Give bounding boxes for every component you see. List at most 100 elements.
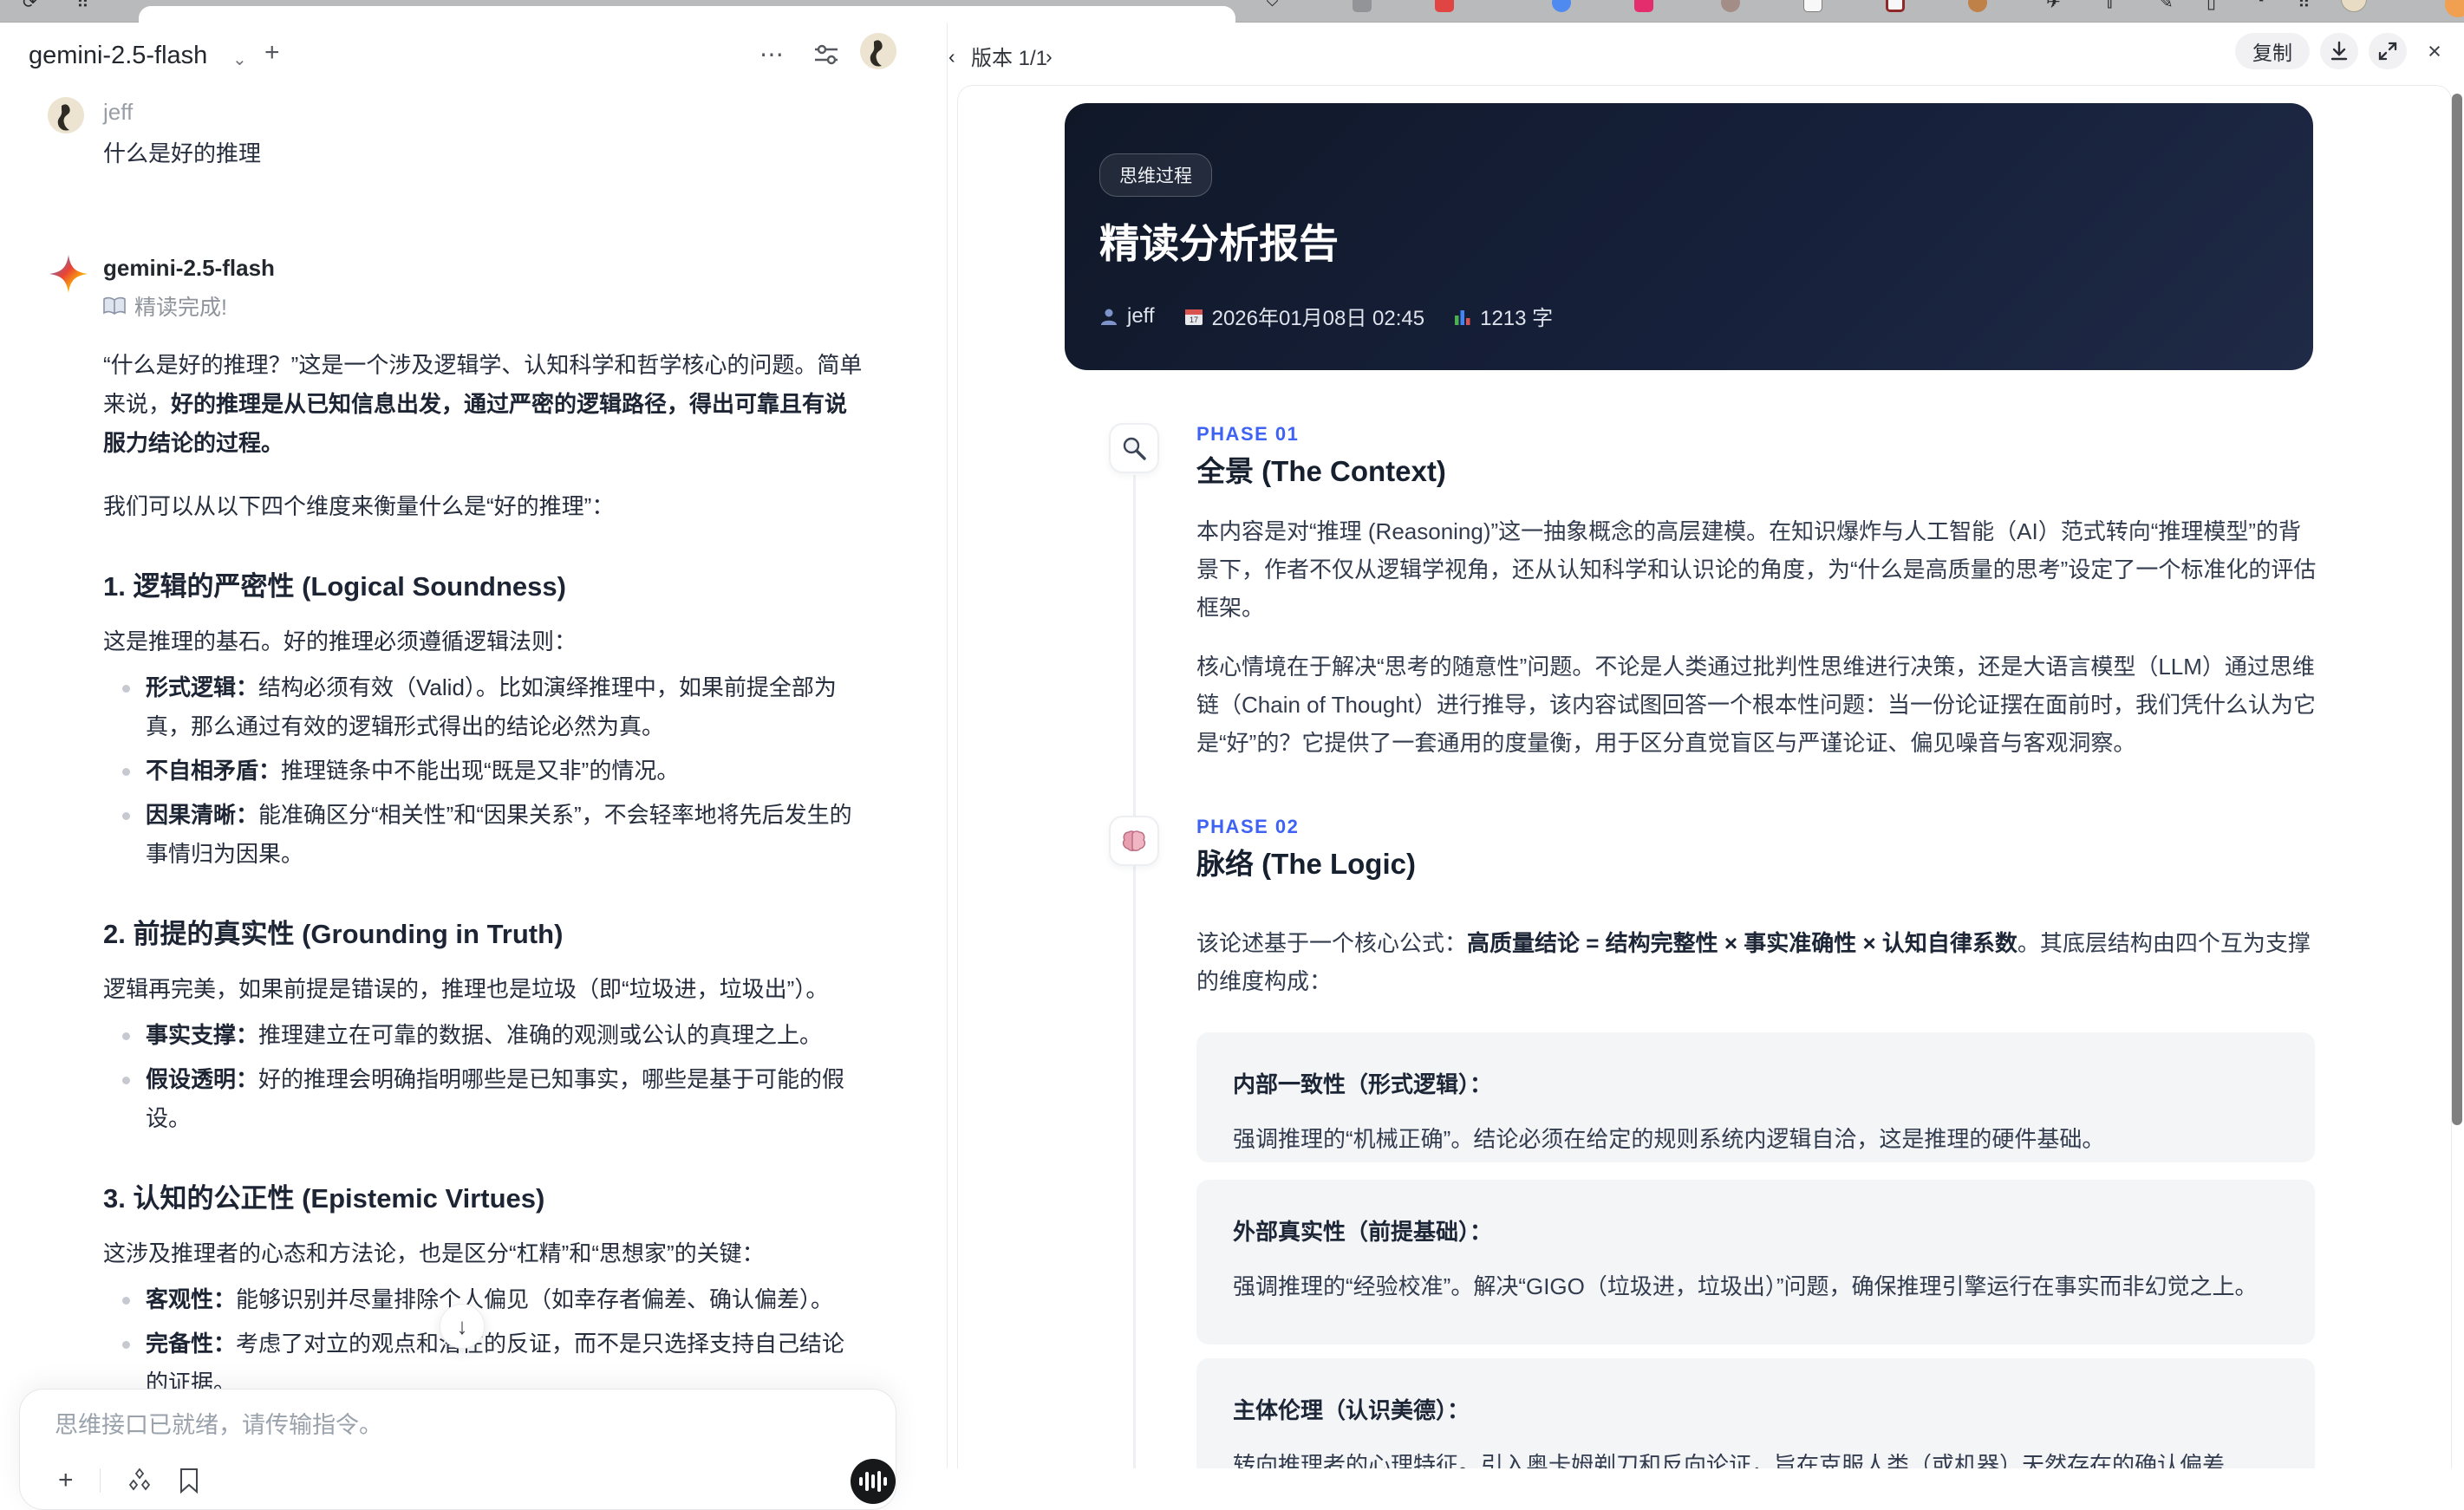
browser-toolbar: ⟳ ⠿ ⛉ ✈ ⫿ ✎ ▯ ◔ ⠿ [0, 0, 2464, 23]
phase2-title: 脉络 (The Logic) [1196, 848, 1416, 880]
report-meta: jeff 17 2026年01月08日 02:45 1213 字 [1099, 301, 1553, 331]
report-hero-card: 思维过程 精读分析报告 jeff 17 2026年01月08日 02:45 12… [1065, 103, 2313, 370]
user-message-text: 什么是好的推理 [103, 140, 262, 166]
reload-icon[interactable]: ⟳ [23, 0, 37, 13]
bullet-item: 形式逻辑：结构必须有效（Valid）。比如演绎推理中，如果前提全部为真，那么通过… [103, 668, 866, 746]
extension-icon[interactable] [1886, 0, 1905, 12]
user-avatar [48, 97, 84, 133]
phase1-paragraph: 核心情境在于解决“思考的随意性”问题。不论是人类通过批判性思维进行决策，还是大语… [1196, 654, 2317, 756]
extension-icon[interactable] [1552, 0, 1571, 12]
artifact-header: ‹ 版本 1/1 › 复制 × [948, 23, 2464, 85]
logic-card-title: 主体伦理（认识美德）： [1233, 1397, 1470, 1423]
report-title: 精读分析报告 [1099, 221, 1339, 266]
profile-avatar[interactable] [2341, 0, 2367, 12]
split-view-icon[interactable]: ⫿ [2107, 0, 2112, 11]
book-icon [103, 296, 126, 315]
tab-grid-icon[interactable]: ⠿ [76, 0, 89, 13]
workspace-avatar[interactable] [860, 33, 896, 69]
tune-settings-icon[interactable] [813, 43, 839, 66]
phase1-paragraph: 本内容是对“推理 (Reasoning)”这一抽象概念的高层建模。在知识爆炸与人… [1196, 518, 2317, 621]
extension-icon[interactable] [1968, 0, 1987, 12]
logic-card-text: 强调推理的“经验校准”。解决“GIGO（垃圾进，垃圾出）”问题，确保推理引擎运行… [1233, 1273, 2258, 1299]
bullet-item: 事实支撑：推理建立在可靠的数据、准确的观测或公认的真理之上。 [103, 1016, 866, 1055]
browser-corner-icon[interactable] [2445, 0, 2464, 17]
extension-icon[interactable] [1353, 0, 1372, 12]
extension-icon[interactable]: ✈ [2046, 0, 2061, 13]
extension-icon[interactable] [1435, 0, 1454, 12]
download-button[interactable] [2320, 33, 2358, 69]
magnifier-icon [1123, 437, 1146, 460]
copy-button[interactable]: 复制 [2235, 33, 2310, 69]
scroll-to-bottom-button[interactable]: ↓ [440, 1304, 485, 1349]
grid-icon[interactable]: ⠿ [2298, 0, 2311, 13]
bullet-item: 客观性：能够识别并尽量排除个人偏见（如幸存者偏差、确认偏差）。 [103, 1280, 866, 1319]
pen-icon[interactable]: ✎ [2159, 0, 2174, 13]
voice-input-button[interactable] [851, 1459, 896, 1504]
assistant-intro: “什么是好的推理？”这是一个涉及逻辑学、认知科学和哲学核心的问题。简单来说，好的… [103, 352, 863, 456]
model-title[interactable]: gemini-2.5-flash [29, 42, 207, 70]
logic-card-text: 转向推理者的心理特征。引入奥卡姆剃刀和反向论证，旨在克服人类（或机器）天然存在的… [1233, 1452, 2226, 1468]
more-options-button[interactable]: ⋯ [759, 40, 785, 68]
logic-card: 内部一致性（形式逻辑）： 强调推理的“机械正确”。结论必须在给定的规则系统内逻辑… [1196, 1032, 2315, 1162]
bullet-item: 假设透明：好的推理会明确指明哪些是已知事实，哪些是基于可能的假设。 [103, 1060, 866, 1138]
brain-icon [1122, 830, 1146, 851]
word-count-meta: 1213 字 [1454, 301, 1553, 331]
logic-card: 外部真实性（前提基础）： 强调推理的“经验校准”。解决“GIGO（垃圾进，垃圾出… [1196, 1180, 2315, 1344]
section-intro: 逻辑再完美，如果前提是错误的，推理也是垃圾（即“垃圾进，垃圾出”）。 [103, 976, 829, 1002]
logic-card-text: 强调推理的“机械正确”。结论必须在给定的规则系统内逻辑自洽，这是推理的硬件基础。 [1233, 1126, 2105, 1152]
artifact-content[interactable]: 思维过程 精读分析报告 jeff 17 2026年01月08日 02:45 12… [957, 85, 2452, 1468]
bullet-list: 事实支撑：推理建立在可靠的数据、准确的观测或公认的真理之上。 假设透明：好的推理… [103, 1016, 870, 1138]
chat-input[interactable] [55, 1412, 800, 1439]
phase1-title: 全景 (The Context) [1196, 455, 1446, 487]
close-panel-button[interactable]: × [2417, 33, 2452, 69]
version-prev-button[interactable]: ‹ [948, 38, 955, 75]
skills-diamond-icon[interactable] [127, 1468, 153, 1494]
section-heading: 1. 逻辑的严密性 (Logical Soundness) [103, 571, 566, 602]
calendar-icon: 17 [1184, 309, 1203, 325]
section-heading: 3. 认知的公正性 (Epistemic Virtues) [103, 1183, 545, 1214]
bookmark-bar-icon[interactable]: ⛉ [1266, 0, 1279, 11]
chevron-down-icon[interactable]: ⌄ [232, 49, 247, 70]
window-scrollbar[interactable] [2452, 94, 2462, 1125]
svg-text:17: 17 [1190, 316, 1198, 324]
divider [99, 1468, 101, 1493]
phase2-lead: 该论述基于一个核心公式：高质量结论 = 结构完整性 × 事实准确性 × 认知自律… [1196, 930, 2311, 994]
thinking-process-badge: 思维过程 [1099, 153, 1212, 197]
version-label: 版本 1/1 [971, 47, 1048, 70]
logic-card-title: 内部一致性（形式逻辑）： [1233, 1071, 1493, 1097]
message-composer[interactable]: + [19, 1389, 896, 1510]
clock-icon[interactable]: ◔ [2254, 0, 2265, 11]
phase1-label: PHASE 01 [1196, 423, 1300, 445]
section-intro: 这是推理的基石。好的推理必须遵循逻辑法则： [103, 628, 577, 654]
chat-panel: gemini-2.5-flash ⌄ + ⋯ jeff 什么是好的推理 gemi… [0, 23, 948, 1510]
extension-icon[interactable] [1634, 0, 1653, 12]
assistant-status: 精读完成! [103, 290, 870, 322]
assistant-name: gemini-2.5-flash [103, 255, 275, 281]
new-chat-button[interactable]: + [264, 38, 280, 68]
extension-icon[interactable] [1803, 0, 1822, 12]
user-message: jeff 什么是好的推理 [48, 95, 870, 168]
address-bar[interactable] [139, 6, 1235, 23]
device-icon[interactable]: ▯ [2207, 0, 2216, 13]
gemini-logo-icon [49, 255, 88, 293]
logic-card: 主体伦理（认识美德）： 转向推理者的心理特征。引入奥卡姆剃刀和反向论证，旨在克服… [1196, 1358, 2315, 1468]
phase1-node [1109, 423, 1159, 473]
version-next-button[interactable]: › [1046, 38, 1053, 75]
chat-scroll-area[interactable]: jeff 什么是好的推理 gemini-2.5-flash 精读完成! “什么是… [0, 87, 948, 1468]
chat-header: gemini-2.5-flash ⌄ + ⋯ [0, 23, 947, 87]
bar-chart-icon [1455, 309, 1470, 325]
section-heading: 2. 前提的真实性 (Grounding in Truth) [103, 919, 564, 949]
bullet-list: 形式逻辑：结构必须有效（Valid）。比如演绎推理中，如果前提全部为真，那么通过… [103, 668, 870, 874]
download-icon [2330, 41, 2348, 61]
author-meta: jeff [1099, 304, 1155, 329]
close-icon: × [2428, 37, 2441, 64]
user-name: jeff [103, 99, 134, 125]
bullet-item: 因果清晰：能准确区分“相关性”和“因果关系”，不会轻率地将先后发生的事情归为因果… [103, 796, 866, 874]
extension-icon[interactable] [1721, 0, 1740, 12]
bookmark-icon[interactable] [179, 1468, 199, 1494]
fullscreen-button[interactable] [2369, 33, 2407, 69]
attach-plus-icon[interactable]: + [58, 1466, 74, 1495]
phase2-node [1109, 816, 1159, 866]
date-meta: 17 2026年01月08日 02:45 [1184, 301, 1424, 331]
assistant-lead: 我们可以从以下四个维度来衡量什么是“好的推理”： [103, 493, 615, 519]
